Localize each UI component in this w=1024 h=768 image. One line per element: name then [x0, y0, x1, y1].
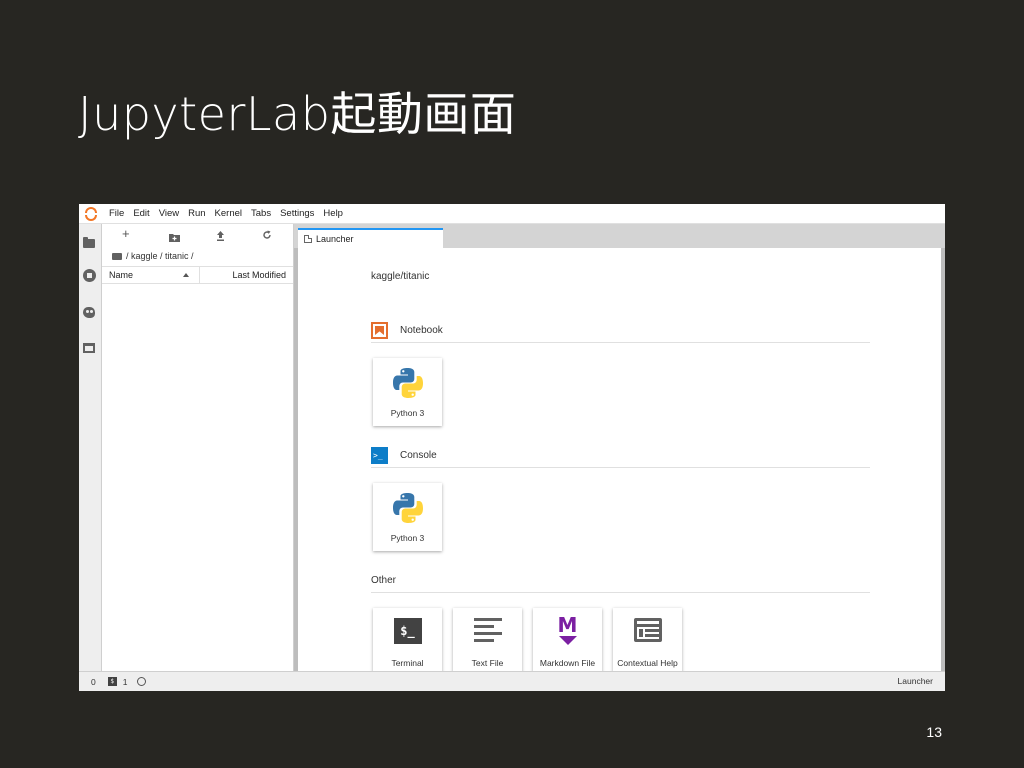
tabs-icon[interactable]	[83, 341, 97, 355]
folder-icon[interactable]	[83, 236, 97, 250]
menu-view[interactable]: View	[157, 208, 185, 219]
column-name[interactable]: Name	[102, 267, 200, 283]
section-console: >_ Console	[371, 444, 870, 468]
breadcrumb-path[interactable]: / kaggle / titanic /	[126, 251, 194, 261]
menu-edit[interactable]: Edit	[131, 208, 155, 219]
page-number: 13	[926, 724, 942, 740]
contextual-help-icon	[633, 618, 662, 642]
column-last-modified[interactable]: Last Modified	[200, 270, 293, 280]
kernel-count[interactable]: 0	[91, 677, 96, 687]
plus-icon[interactable]: +	[122, 226, 130, 241]
card-label: Text File	[471, 658, 504, 668]
status-bar: 0 $ 1 Launcher	[79, 671, 945, 691]
running-icon[interactable]	[83, 269, 97, 283]
console-python3-card[interactable]: Python 3	[373, 483, 442, 551]
card-label: Contextual Help	[617, 658, 678, 668]
menu-help[interactable]: Help	[321, 208, 349, 219]
python-icon	[392, 368, 423, 398]
launcher-tab-icon	[304, 235, 312, 243]
menu-run[interactable]: Run	[186, 208, 211, 219]
tab-bar: Launcher	[294, 224, 945, 248]
launcher-cwd: kaggle/titanic	[371, 271, 430, 282]
card-label: Markdown File	[539, 658, 596, 668]
text-file-card[interactable]: Text File	[453, 608, 522, 671]
python-icon	[392, 493, 423, 523]
breadcrumb: / kaggle / titanic /	[102, 248, 293, 264]
sort-ascending-icon	[183, 273, 189, 277]
terminal-card[interactable]: $_ Terminal	[373, 608, 442, 671]
menu-kernel[interactable]: Kernel	[213, 208, 248, 219]
section-notebook: Notebook	[371, 319, 870, 343]
terminal-status-icon: $	[107, 677, 117, 686]
section-other: Other	[371, 569, 870, 593]
menu-bar: File Edit View Run Kernel Tabs Settings …	[79, 204, 945, 224]
upload-icon[interactable]	[216, 230, 225, 244]
card-label: Python 3	[390, 408, 425, 418]
slide-title: JupyterLab起動画面	[78, 87, 517, 141]
left-activity-bar	[79, 224, 102, 671]
jupyterlab-window: File Edit View Run Kernel Tabs Settings …	[79, 204, 945, 691]
file-list-header: Name Last Modified	[102, 266, 293, 284]
markdown-icon: M	[554, 615, 582, 647]
terminal-icon: $_	[393, 618, 422, 644]
column-name-label: Name	[109, 270, 134, 280]
launcher-panel: kaggle/titanic Notebook Python 3 >_ Cons…	[298, 248, 941, 671]
palette-icon[interactable]	[83, 306, 97, 320]
terminal-count-value: 1	[122, 676, 128, 687]
section-other-title: Other	[371, 575, 397, 586]
text-file-icon	[473, 618, 502, 644]
card-label: Python 3	[390, 533, 425, 543]
jupyter-logo-icon	[79, 204, 107, 224]
notebook-icon	[371, 322, 388, 339]
file-browser: + / kaggle / titanic / Name Last Modifie…	[102, 224, 294, 671]
tab-launcher-label: Launcher	[316, 234, 354, 244]
main-dock-area: Launcher kaggle/titanic Notebook Python …	[294, 224, 945, 671]
menu-tabs[interactable]: Tabs	[249, 208, 277, 219]
menu-file[interactable]: File	[107, 208, 130, 219]
file-browser-toolbar: +	[102, 224, 293, 248]
contextual-help-card[interactable]: Contextual Help	[613, 608, 682, 671]
menu-settings[interactable]: Settings	[278, 208, 320, 219]
tab-launcher[interactable]: Launcher	[298, 228, 443, 248]
status-active-panel: Launcher	[897, 676, 933, 686]
terminal-count[interactable]: $ 1	[107, 676, 147, 687]
new-folder-icon[interactable]	[169, 231, 180, 245]
markdown-file-card[interactable]: M Markdown File	[533, 608, 602, 671]
globe-icon	[137, 677, 147, 686]
home-folder-icon[interactable]	[112, 252, 122, 260]
notebook-python3-card[interactable]: Python 3	[373, 358, 442, 426]
card-label: Terminal	[391, 658, 424, 668]
section-console-title: Console	[400, 450, 437, 461]
section-notebook-title: Notebook	[400, 325, 443, 336]
console-icon: >_	[371, 447, 388, 464]
kernel-count-value: 0	[91, 676, 96, 687]
refresh-icon[interactable]	[262, 229, 272, 243]
